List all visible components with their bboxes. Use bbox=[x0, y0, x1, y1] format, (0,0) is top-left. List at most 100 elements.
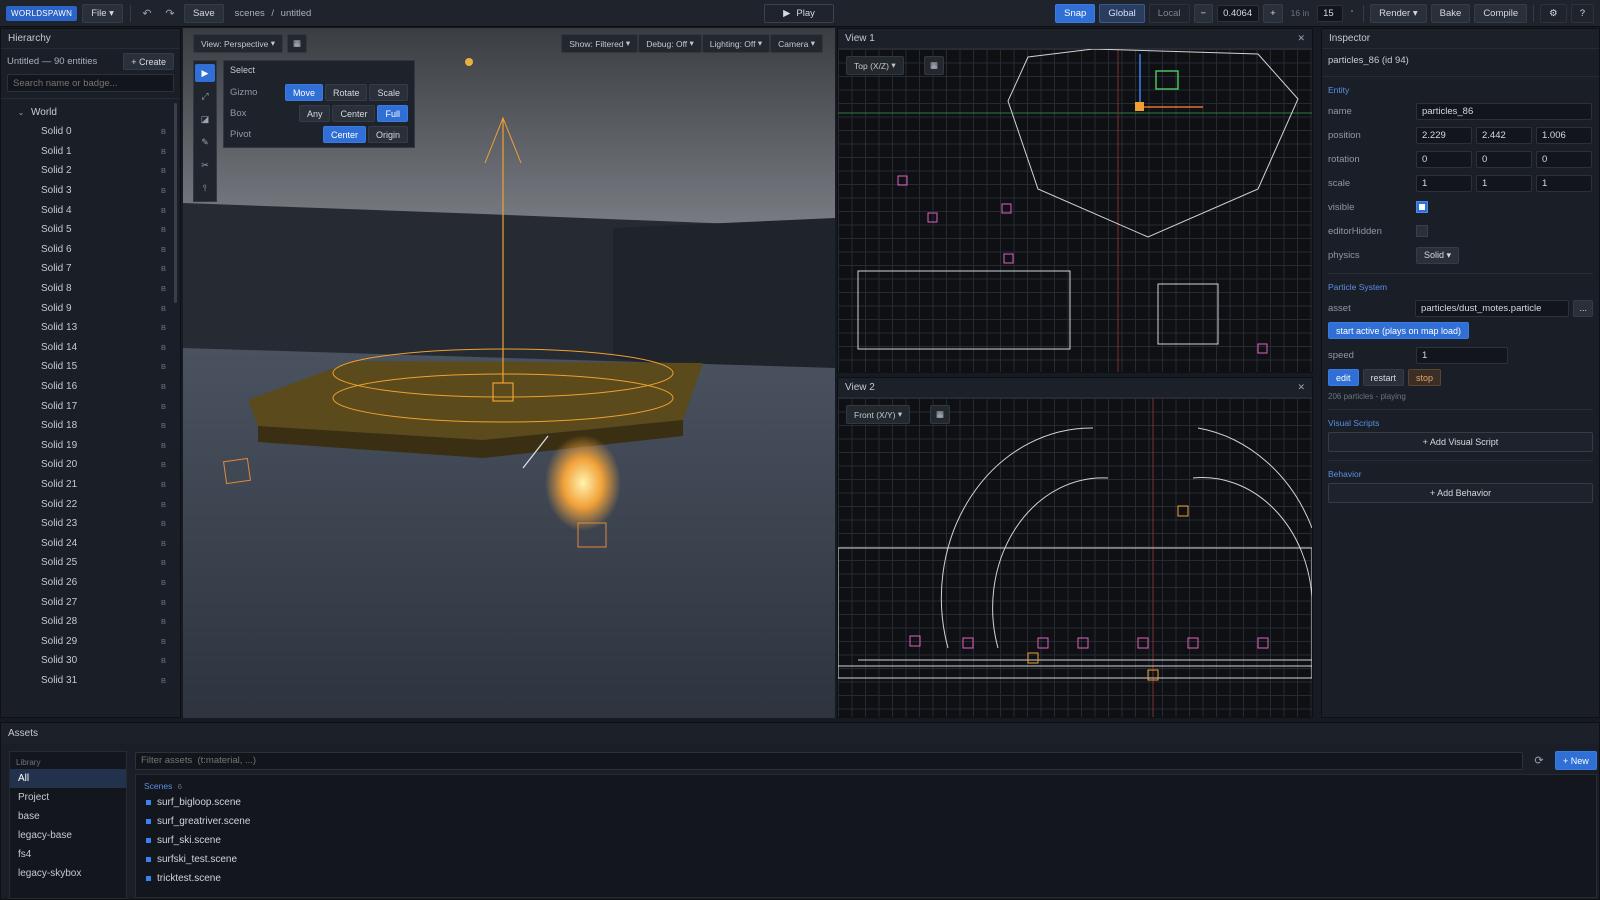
pencil-tool-icon[interactable]: ✎ bbox=[195, 133, 215, 151]
snap-size-input[interactable] bbox=[1217, 4, 1260, 22]
particle-edit-button[interactable]: edit bbox=[1328, 369, 1359, 386]
rotation-y-input[interactable] bbox=[1476, 150, 1532, 168]
hierarchy-item[interactable]: Solid 30 B bbox=[1, 651, 180, 671]
library-item[interactable]: legacy-skybox bbox=[10, 864, 126, 883]
view2-maximize-button[interactable]: ▦ bbox=[930, 405, 951, 424]
particle-stop-button[interactable]: stop bbox=[1408, 369, 1442, 386]
asset-input[interactable] bbox=[1415, 299, 1570, 317]
chevron-down-icon[interactable]: ⌄ bbox=[15, 108, 27, 117]
global-space-toggle[interactable]: Global bbox=[1099, 3, 1145, 23]
hierarchy-item[interactable]: Solid 25 B bbox=[1, 553, 180, 573]
box-any-button[interactable]: Any bbox=[298, 105, 331, 122]
view1-maximize-button[interactable]: ▦ bbox=[924, 56, 945, 75]
hierarchy-item[interactable]: Solid 18 B bbox=[1, 416, 180, 436]
gizmo-move-button[interactable]: Move bbox=[284, 84, 323, 101]
close-icon[interactable]: ✕ bbox=[1297, 382, 1305, 393]
hierarchy-item[interactable]: Solid 22 B bbox=[1, 494, 180, 514]
compile-button[interactable]: Compile bbox=[1474, 3, 1528, 23]
position-x-input[interactable] bbox=[1416, 126, 1472, 144]
hierarchy-item[interactable]: Solid 27 B bbox=[1, 592, 180, 612]
add-visual-script-button[interactable]: + Add Visual Script bbox=[1328, 432, 1593, 452]
hierarchy-item[interactable]: Solid 21 B bbox=[1, 475, 180, 495]
hierarchy-item[interactable]: Solid 16 B bbox=[1, 377, 180, 397]
hierarchy-item[interactable]: Solid 19 B bbox=[1, 436, 180, 456]
new-asset-button[interactable]: + New bbox=[1555, 751, 1597, 770]
hierarchy-item[interactable]: Solid 17 B bbox=[1, 396, 180, 416]
hierarchy-item[interactable]: Solid 8 B bbox=[1, 279, 180, 299]
help-button[interactable]: ? bbox=[1570, 3, 1594, 23]
gizmo-scale-button[interactable]: Scale bbox=[369, 84, 408, 101]
gizmo-rotate-button[interactable]: Rotate bbox=[324, 84, 368, 101]
hierarchy-item[interactable]: Solid 5 B bbox=[1, 220, 180, 240]
angle-snap-input[interactable] bbox=[1317, 4, 1344, 22]
pivot-center-button[interactable]: Center bbox=[322, 126, 366, 143]
hierarchy-item[interactable]: Solid 0 B bbox=[1, 122, 180, 142]
move-tool-icon[interactable]: ⤢ bbox=[195, 87, 215, 105]
rotation-x-input[interactable] bbox=[1416, 150, 1472, 168]
scene-asset-item[interactable]: tricktest.scene bbox=[136, 869, 1596, 888]
editor-hidden-checkbox[interactable] bbox=[1416, 225, 1428, 237]
select-tool-icon[interactable]: ▶ bbox=[195, 64, 215, 82]
view-mode-dropdown[interactable]: View: Perspective ▾ bbox=[193, 34, 284, 53]
view2-canvas[interactable]: Front (X/Y) ▾ ▦ bbox=[838, 398, 1312, 717]
hierarchy-item[interactable]: Solid 29 B bbox=[1, 631, 180, 651]
camera-dropdown[interactable]: Camera ▾ bbox=[770, 34, 823, 53]
scene-asset-item[interactable]: surfski_test.scene bbox=[136, 850, 1596, 869]
visible-checkbox[interactable] bbox=[1416, 201, 1428, 213]
scene-asset-item[interactable]: surf_bigloop.scene bbox=[136, 793, 1596, 812]
asset-browse-button[interactable]: ... bbox=[1573, 299, 1593, 317]
hierarchy-item[interactable]: Solid 9 B bbox=[1, 298, 180, 318]
box-full-button[interactable]: Full bbox=[377, 105, 408, 122]
bake-button[interactable]: Bake bbox=[1430, 3, 1471, 23]
physics-dropdown[interactable]: Solid ▾ bbox=[1416, 246, 1460, 264]
scene-asset-item[interactable]: surf_ski.scene bbox=[136, 831, 1596, 850]
hierarchy-item[interactable]: Solid 28 B bbox=[1, 612, 180, 632]
library-item[interactable]: All bbox=[10, 769, 126, 788]
scenes-group-header[interactable]: Scenes 6 bbox=[136, 775, 1596, 793]
library-item[interactable]: base bbox=[10, 807, 126, 826]
hierarchy-item[interactable]: Solid 20 B bbox=[1, 455, 180, 475]
redo-icon[interactable]: ↷ bbox=[161, 7, 179, 20]
viewport-maximize-button[interactable]: ▦ bbox=[287, 34, 308, 53]
hierarchy-item[interactable]: Solid 24 B bbox=[1, 533, 180, 553]
pivot-origin-button[interactable]: Origin bbox=[367, 126, 408, 143]
position-y-input[interactable] bbox=[1476, 126, 1532, 144]
hierarchy-item[interactable]: Solid 4 B bbox=[1, 200, 180, 220]
debug-dropdown[interactable]: Debug: Off ▾ bbox=[638, 34, 702, 53]
view2-mode-dropdown[interactable]: Front (X/Y) ▾ bbox=[846, 405, 911, 424]
speed-input[interactable] bbox=[1416, 346, 1508, 364]
close-icon[interactable]: ✕ bbox=[1297, 33, 1305, 44]
library-item[interactable]: Project bbox=[10, 788, 126, 807]
hierarchy-item[interactable]: Solid 14 B bbox=[1, 338, 180, 358]
brush-tool-icon[interactable]: ◪ bbox=[195, 110, 215, 128]
measure-tool-icon[interactable]: ⫯ bbox=[195, 179, 215, 197]
view1-canvas[interactable]: Top (X/Z) ▾ ▦ bbox=[838, 49, 1312, 372]
library-item[interactable]: legacy-base bbox=[10, 826, 126, 845]
library-item[interactable]: fs4 bbox=[10, 845, 126, 864]
hierarchy-item[interactable]: Solid 15 B bbox=[1, 357, 180, 377]
lighting-dropdown[interactable]: Lighting: Off ▾ bbox=[701, 34, 771, 53]
viewport-3d[interactable]: View: Perspective ▾ ▦ Show: Filtered ▾ D… bbox=[183, 28, 835, 718]
hierarchy-item[interactable]: Solid 3 B bbox=[1, 181, 180, 201]
hierarchy-scrollbar[interactable] bbox=[174, 103, 177, 303]
undo-icon[interactable]: ↶ bbox=[138, 7, 156, 20]
scale-y-input[interactable] bbox=[1476, 174, 1532, 192]
show-filter-dropdown[interactable]: Show: Filtered ▾ bbox=[561, 34, 639, 53]
scale-x-input[interactable] bbox=[1416, 174, 1472, 192]
scale-z-input[interactable] bbox=[1536, 174, 1592, 192]
breadcrumb-root[interactable]: scenes bbox=[235, 8, 265, 19]
settings-button[interactable]: ⚙ bbox=[1540, 3, 1567, 23]
render-menu[interactable]: Render ▾ bbox=[1370, 3, 1427, 23]
name-input[interactable] bbox=[1416, 102, 1592, 120]
hierarchy-item[interactable]: Solid 6 B bbox=[1, 240, 180, 260]
create-entity-button[interactable]: + Create bbox=[123, 53, 174, 70]
scene-asset-item[interactable]: surf_greatriver.scene bbox=[136, 812, 1596, 831]
snap-decrease-button[interactable]: − bbox=[1193, 3, 1214, 23]
snap-toggle[interactable]: Snap bbox=[1055, 3, 1096, 23]
add-behavior-button[interactable]: + Add Behavior bbox=[1328, 483, 1593, 503]
position-z-input[interactable] bbox=[1536, 126, 1592, 144]
asset-filter-input[interactable] bbox=[135, 751, 1523, 770]
clip-tool-icon[interactable]: ✂ bbox=[195, 156, 215, 174]
hierarchy-item[interactable]: Solid 2 B bbox=[1, 161, 180, 181]
snap-increase-button[interactable]: + bbox=[1263, 3, 1283, 23]
